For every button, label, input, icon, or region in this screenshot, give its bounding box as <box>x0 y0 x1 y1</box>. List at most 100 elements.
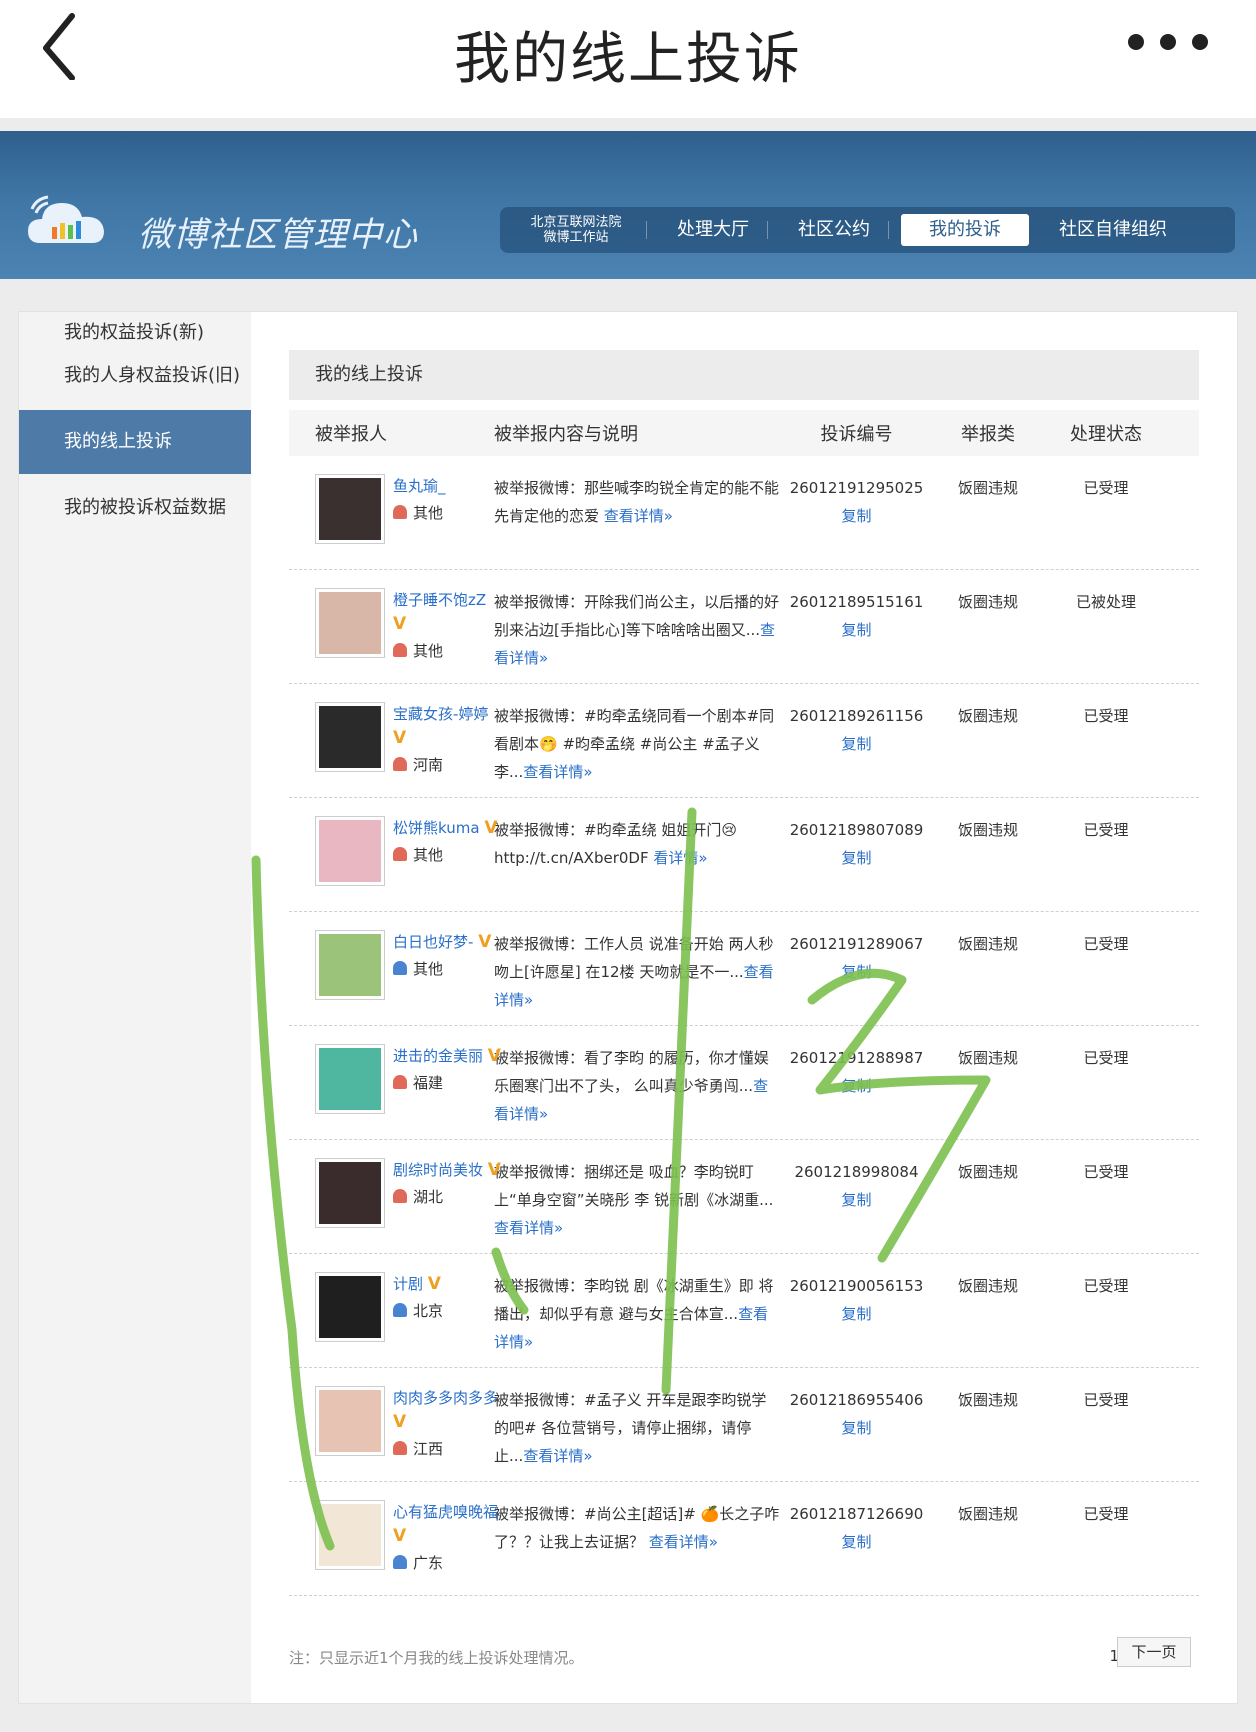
sidebar-item-rights-new[interactable]: 我的权益投诉(新) <box>19 314 251 352</box>
avatar-image <box>319 1162 381 1224</box>
view-details-link[interactable]: 看详情» <box>653 849 707 867</box>
avatar[interactable] <box>315 1272 385 1342</box>
content-cell: 被举报微博：工作人员 说准备开始 两人秒吻上[许愿星] 在12楼 天吻就是不一.… <box>494 930 784 1014</box>
complaint-id: 26012187126690 <box>789 1505 924 1523</box>
nav-item-self-regulation[interactable]: 社区自律组织 <box>1041 214 1185 246</box>
user-name-text[interactable]: 白日也好梦- <box>393 933 473 951</box>
complaint-id-cell: 26012190056153 复制 <box>784 1272 929 1328</box>
page-title: 我的线上投诉 <box>454 27 802 92</box>
user-name[interactable]: 肉肉多多肉多多 V <box>393 1386 503 1434</box>
next-page-button[interactable]: 下一页 <box>1117 1637 1191 1667</box>
report-type-cell: 饭圈违规 <box>957 1163 1018 1181</box>
complaint-id: 26012189261156 <box>789 707 924 725</box>
user-name-text[interactable]: 计剧 <box>393 1275 423 1293</box>
view-details-link[interactable]: 查看详情» <box>649 1533 718 1551</box>
complaint-id-cell: 26012191295025 复制 <box>784 474 929 530</box>
copy-button[interactable]: 复制 <box>784 844 929 872</box>
sidebar-item-online-complaints[interactable]: 我的线上投诉 <box>19 410 251 474</box>
more-options-icon[interactable] <box>1128 34 1208 52</box>
reported-user-cell: 进击的金美丽 V 福建 <box>289 1044 501 1124</box>
copy-button[interactable]: 复制 <box>784 958 929 986</box>
nav-item-hall[interactable]: 处理大厅 <box>659 214 767 246</box>
sidebar-item-personal-rights-old[interactable]: 我的人身权益投诉(旧) <box>19 352 251 400</box>
verified-v-icon: V <box>393 728 407 748</box>
location-text: 福建 <box>413 1074 444 1092</box>
user-gender-icon <box>393 1075 407 1089</box>
user-info: 宝藏女孩-婷婷 V 河南 <box>393 702 503 780</box>
user-name-text[interactable]: 肉肉多多肉多多 <box>393 1389 498 1407</box>
location-text: 其他 <box>413 960 444 978</box>
copy-button[interactable]: 复制 <box>784 1300 929 1328</box>
user-name[interactable]: 松饼熊kuma V <box>393 816 503 840</box>
complaint-id: 26012191288987 <box>789 1049 924 1067</box>
content-card: 我的权益投诉(新) 我的人身权益投诉(旧) 我的线上投诉 我的被投诉权益数据 我… <box>18 311 1238 1704</box>
user-name[interactable]: 白日也好梦- V <box>393 930 503 954</box>
user-location: 广东 <box>393 1548 503 1578</box>
sidebar: 我的权益投诉(新) 我的人身权益投诉(旧) 我的线上投诉 我的被投诉权益数据 <box>19 312 251 1703</box>
user-name-text[interactable]: 鱼丸瑜_ <box>393 477 446 495</box>
view-details-link[interactable]: 查看详情» <box>523 763 592 781</box>
verified-v-icon: V <box>393 614 407 634</box>
nav-item-convention[interactable]: 社区公约 <box>780 214 888 246</box>
copy-button[interactable]: 复制 <box>784 616 929 644</box>
copy-button[interactable]: 复制 <box>784 1186 929 1214</box>
col-reported-user: 被举报人 <box>315 424 387 445</box>
view-details-link[interactable]: 查看详情» <box>604 507 673 525</box>
user-location: 其他 <box>393 954 503 984</box>
user-gender-icon <box>393 757 407 771</box>
footer-note: 注：只显示近1个月我的线上投诉处理情况。 <box>289 1649 584 1667</box>
user-name-text[interactable]: 橙子睡不饱zZ <box>393 591 486 609</box>
avatar[interactable] <box>315 1044 385 1114</box>
user-name[interactable]: 鱼丸瑜_ <box>393 474 503 498</box>
user-name[interactable]: 进击的金美丽 V <box>393 1044 503 1068</box>
avatar-image <box>319 706 381 768</box>
user-name[interactable]: 橙子睡不饱zZ V <box>393 588 503 636</box>
avatar-image <box>319 1390 381 1452</box>
status-cell: 已受理 <box>1083 479 1129 497</box>
reported-user-cell: 宝藏女孩-婷婷 V 河南 <box>289 702 494 782</box>
user-name-text[interactable]: 剧综时尚美妆 <box>393 1161 483 1179</box>
sidebar-item-complained-data[interactable]: 我的被投诉权益数据 <box>19 484 251 532</box>
user-gender-icon <box>393 505 407 519</box>
court-link[interactable]: 北京互联网法院 微博工作站 <box>506 215 646 245</box>
table-row: 进击的金美丽 V 福建 被举报微博：看了李昀 的履历，你才懂娱乐圈寒门出不了头， 么… <box>289 1026 1199 1140</box>
user-location: 湖北 <box>393 1182 503 1212</box>
avatar[interactable] <box>315 474 385 544</box>
table-row: 鱼丸瑜_ 其他 被举报微博：那些喊李昀锐全肯定的能不能先肯定他的恋爱 查看详情» 26… <box>289 456 1199 570</box>
copy-button[interactable]: 复制 <box>784 1528 929 1556</box>
user-name-text[interactable]: 松饼熊kuma <box>393 819 480 837</box>
avatar[interactable] <box>315 1158 385 1228</box>
user-location: 其他 <box>393 840 503 870</box>
user-name[interactable]: 心有猛虎嗅晚福 V <box>393 1500 503 1548</box>
avatar[interactable] <box>315 588 385 658</box>
view-details-link[interactable]: 查看详情» <box>523 1447 592 1465</box>
avatar-image <box>319 478 381 540</box>
avatar[interactable] <box>315 1386 385 1456</box>
copy-button[interactable]: 复制 <box>784 730 929 758</box>
copy-button[interactable]: 复制 <box>784 1414 929 1442</box>
reported-user-cell: 计剧 V 北京 <box>289 1272 494 1352</box>
col-complaint-id: 投诉编号 <box>820 424 893 445</box>
user-info: 松饼熊kuma V 其他 <box>393 816 503 870</box>
user-name-text[interactable]: 宝藏女孩-婷婷 <box>393 705 488 723</box>
user-name[interactable]: 计剧 V <box>393 1272 503 1296</box>
avatar[interactable] <box>315 702 385 772</box>
status-cell: 已受理 <box>1083 1049 1129 1067</box>
view-details-link[interactable]: 查看详情» <box>494 1219 563 1237</box>
report-type-cell: 饭圈违规 <box>957 479 1018 497</box>
verified-v-icon: V <box>478 932 492 952</box>
copy-button[interactable]: 复制 <box>784 502 929 530</box>
avatar[interactable] <box>315 816 385 886</box>
reported-user-cell: 松饼熊kuma V 其他 <box>289 816 498 896</box>
user-name[interactable]: 剧综时尚美妆 V <box>393 1158 503 1182</box>
nav-item-my-complaints[interactable]: 我的投诉 <box>901 214 1029 246</box>
user-name-text[interactable]: 心有猛虎嗅晚福 <box>393 1503 498 1521</box>
complaint-list: 鱼丸瑜_ 其他 被举报微博：那些喊李昀锐全肯定的能不能先肯定他的恋爱 查看详情» 26… <box>289 456 1199 1596</box>
avatar[interactable] <box>315 1500 385 1570</box>
avatar[interactable] <box>315 930 385 1000</box>
user-name-text[interactable]: 进击的金美丽 <box>393 1047 483 1065</box>
content-cell: 被举报微博：开除我们尚公主，以后播的好别来沾边[手指比心]等下啥啥啥出圈又...… <box>494 588 784 672</box>
avatar-image <box>319 934 381 996</box>
copy-button[interactable]: 复制 <box>784 1072 929 1100</box>
user-name[interactable]: 宝藏女孩-婷婷 V <box>393 702 503 750</box>
